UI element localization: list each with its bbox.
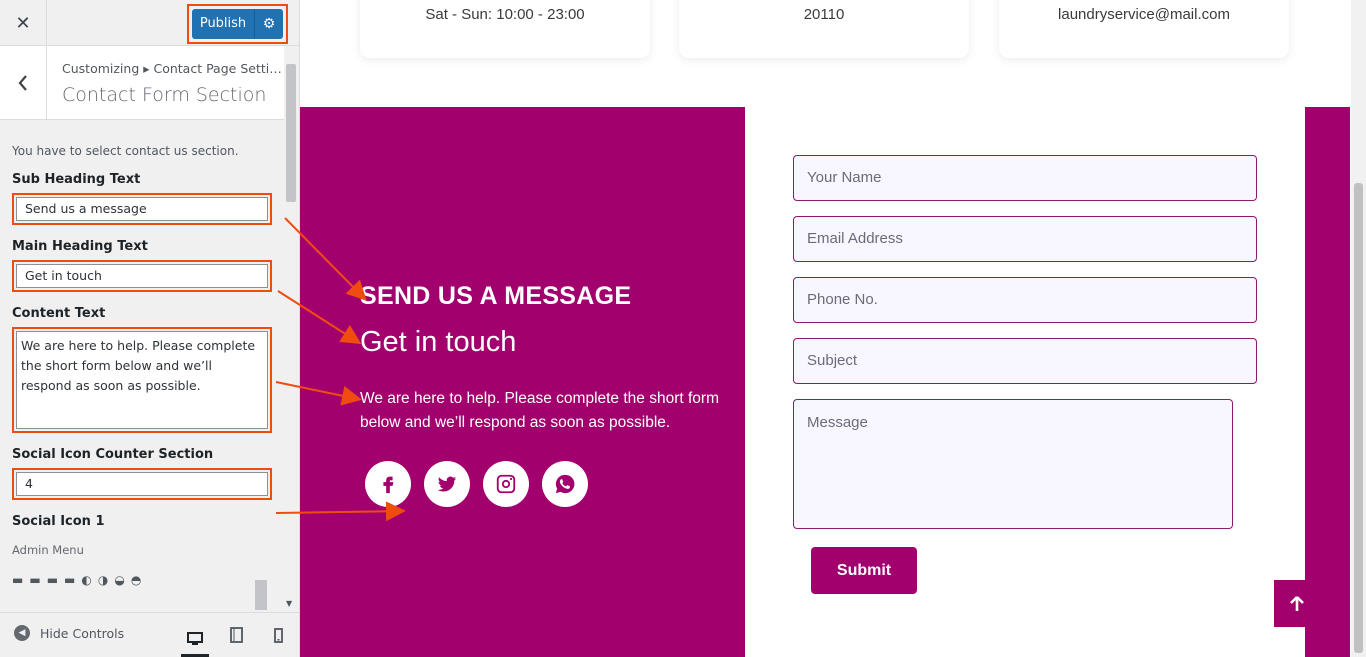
content-text-textarea[interactable]: We are here to help. Please complete the… — [16, 331, 268, 429]
bars-icon[interactable]: ▬ — [64, 573, 75, 587]
main-heading-input[interactable]: Get in touch — [16, 264, 268, 288]
close-button[interactable]: ✕ — [0, 0, 47, 46]
sidebar-scrollbar[interactable]: ▼ — [284, 60, 298, 612]
mobile-preview-button[interactable] — [264, 623, 292, 647]
main-heading-label: Main Heading Text — [12, 239, 148, 254]
info-card-text: 20110 — [803, 6, 845, 23]
subject-field[interactable]: Subject — [793, 338, 1257, 384]
info-card-text: laundryservice@mail.com — [1058, 6, 1230, 23]
desktop-icon — [187, 631, 203, 645]
customizer-footer: ◀ Hide Controls — [0, 612, 299, 657]
chevron-left-icon — [18, 74, 27, 91]
mobile-icon — [273, 627, 283, 643]
section-description: You have to select contact us section. — [12, 144, 239, 158]
social-counter-highlight: 4 — [12, 468, 272, 500]
back-button[interactable] — [0, 46, 47, 119]
hide-controls-button[interactable]: ◀ Hide Controls — [14, 625, 124, 641]
collapse-icon: ◀ — [14, 625, 30, 641]
info-card-text: Sat - Sun: 10:00 - 23:00 — [425, 6, 585, 23]
gear-icon[interactable]: ⚙ — [255, 16, 283, 32]
email-field[interactable]: Email Address — [793, 216, 1257, 262]
publish-label: Publish — [192, 9, 255, 39]
facebook-icon[interactable] — [365, 461, 411, 507]
breadcrumb: Customizing ▸ Contact Page Setti… — [62, 61, 282, 76]
arrow-up-icon — [1289, 595, 1304, 611]
sub-heading-highlight: Send us a message — [12, 193, 272, 225]
contact-sub-heading: SEND US A MESSAGE — [360, 282, 632, 310]
phone-field[interactable]: Phone No. — [793, 277, 1257, 323]
desktop-preview-button[interactable] — [181, 623, 209, 657]
site-preview: Sat - Sun: 10:00 - 23:00 20110 laundryse… — [300, 0, 1366, 657]
contact-info-panel: SEND US A MESSAGE Get in touch We are he… — [300, 107, 745, 657]
twitter-icon[interactable] — [424, 461, 470, 507]
contact-content-text: We are here to help. Please complete the… — [360, 390, 719, 431]
section-title: Contact Form Section — [62, 84, 267, 106]
preview-scroll-thumb[interactable] — [1354, 183, 1363, 653]
sub-heading-input[interactable]: Send us a message — [16, 197, 268, 221]
icon-picker-group-label: Admin Menu — [12, 543, 84, 557]
social-counter-label: Social Icon Counter Section — [12, 447, 214, 462]
menu-icon[interactable]: ▬ — [29, 573, 40, 587]
publish-button[interactable]: Publish ⚙ — [192, 9, 283, 39]
section-header: Customizing ▸ Contact Page Setti… Contac… — [0, 46, 284, 120]
controls-panel: You have to select contact us section. S… — [0, 120, 284, 617]
scroll-down-icon[interactable]: ▼ — [286, 599, 292, 608]
social-counter-input[interactable]: 4 — [16, 472, 268, 496]
globe-icon[interactable]: ◑ — [98, 573, 108, 587]
info-card-zip: 20110 — [679, 0, 969, 58]
preview-scrollbar[interactable] — [1351, 0, 1366, 657]
sidebar-scroll-thumb[interactable] — [286, 64, 296, 202]
globe-icon[interactable]: ◓ — [131, 573, 141, 587]
tablet-icon — [229, 627, 243, 643]
hide-controls-label: Hide Controls — [40, 625, 125, 641]
tablet-preview-button[interactable] — [222, 623, 250, 647]
content-text-highlight: We are here to help. Please complete the… — [12, 327, 272, 433]
icon-picker-row[interactable]: ▬ ▬ ▬ ▬ ◐ ◑ ◒ ◓ — [12, 573, 272, 587]
globe-icon[interactable]: ◐ — [81, 573, 91, 587]
name-field[interactable]: Your Name — [793, 155, 1257, 201]
social-icon-1-label: Social Icon 1 — [12, 514, 105, 529]
contact-main-heading: Get in touch — [360, 326, 517, 358]
whatsapp-icon[interactable] — [542, 461, 588, 507]
message-field[interactable]: Message — [793, 399, 1233, 529]
sub-heading-label: Sub Heading Text — [12, 172, 141, 187]
instagram-icon[interactable] — [483, 461, 529, 507]
globe-icon[interactable]: ◒ — [114, 573, 124, 587]
menu-icon[interactable]: ▬ — [12, 573, 23, 587]
customizer-sidebar: ✕ Publish ⚙ Customizing ▸ Contact Page S… — [0, 0, 300, 657]
submit-button[interactable]: Submit — [811, 547, 917, 594]
publish-highlight: Publish ⚙ — [187, 4, 288, 44]
brand-strip — [1305, 107, 1350, 657]
main-heading-highlight: Get in touch — [12, 260, 272, 292]
back-to-top-button[interactable] — [1274, 580, 1319, 627]
icon-picker-scrollbar[interactable] — [254, 566, 268, 616]
menu-icon[interactable]: ▬ — [47, 573, 58, 587]
social-icons — [365, 461, 588, 507]
info-card-hours: Sat - Sun: 10:00 - 23:00 — [360, 0, 650, 58]
customizer-topbar: ✕ Publish ⚙ — [0, 0, 299, 46]
info-card-email: laundryservice@mail.com — [999, 0, 1289, 58]
content-text-label: Content Text — [12, 306, 106, 321]
